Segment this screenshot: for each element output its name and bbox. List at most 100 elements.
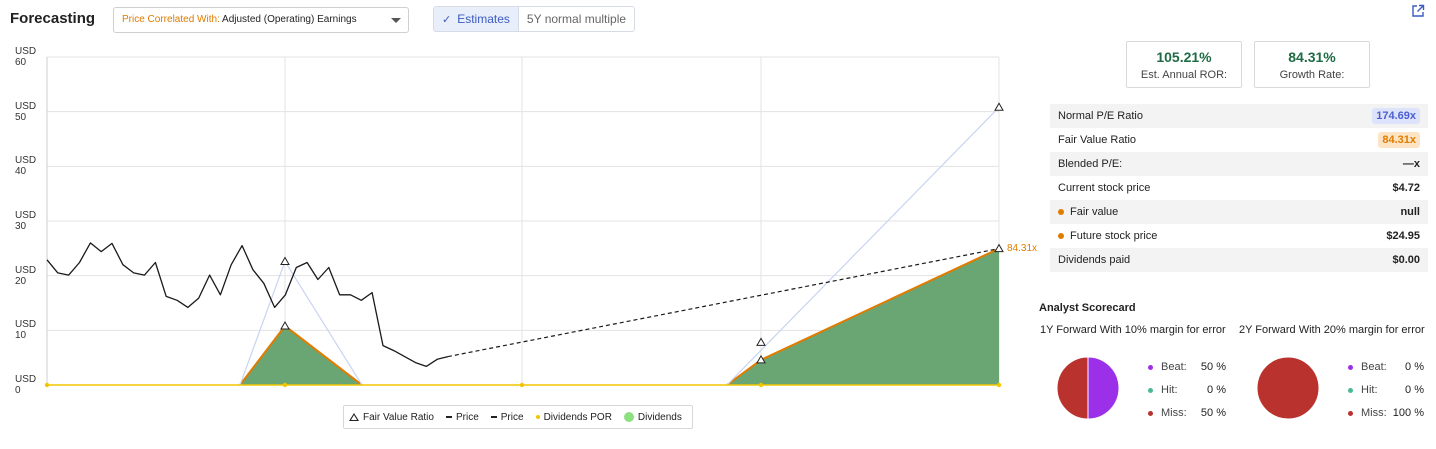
metric-name: Fair value <box>1058 206 1118 218</box>
metric-value: —x <box>1402 158 1420 170</box>
stat-beat: Beat: 0 % <box>1348 361 1424 373</box>
price-line <box>46 242 449 368</box>
pie-slice-miss <box>1056 356 1089 420</box>
stat-label: Miss: <box>1361 407 1387 419</box>
y-tick-unit: USD <box>15 155 37 167</box>
y-tick-label: USD 40 <box>15 155 36 177</box>
stat-miss: Miss: 50 % <box>1148 407 1226 419</box>
dot-icon <box>1148 364 1153 370</box>
stat-hit: Hit: 0 % <box>1348 384 1424 396</box>
y-tick-unit: USD <box>15 210 37 221</box>
y-tick-unit: USD <box>15 374 37 385</box>
y-tick-label: USD 10 <box>15 319 36 341</box>
y-tick-value: 20 <box>15 275 27 287</box>
dividends-por-point <box>996 382 1002 388</box>
fair-value-ratio-marker <box>994 243 1004 253</box>
dot-icon <box>1058 209 1064 215</box>
y-tick-label: USD 50 <box>15 101 36 123</box>
metric-row-current-price: Current stock price $4.72 <box>1050 176 1428 200</box>
forecast-chart <box>44 56 1004 388</box>
dot-icon <box>535 415 540 419</box>
legend-label: Dividends POR <box>543 411 612 423</box>
stat-label: Beat: <box>1361 361 1387 373</box>
metric-label: Blended P/E: <box>1058 158 1123 170</box>
scorecard-2y-pie <box>1256 356 1320 420</box>
legend-label: Price <box>455 411 479 423</box>
dash-icon <box>490 416 497 418</box>
y-tick-label: USD 0 <box>15 374 36 396</box>
metric-row-blended-pe: Blended P/E: —x <box>1050 152 1428 176</box>
y-tick-unit: USD <box>15 319 37 331</box>
metric-label: Dividends paid <box>1058 254 1131 266</box>
y-tick-label: USD 30 <box>15 210 36 232</box>
dot-icon <box>1148 410 1153 416</box>
metric-value: $4.72 <box>1392 182 1420 194</box>
y-tick-unit: USD <box>15 264 37 276</box>
stat-value: 50 % <box>1200 361 1226 373</box>
external-link-icon[interactable] <box>1411 4 1425 18</box>
y-tick-value: 40 <box>15 166 27 178</box>
chart-legend: Fair Value Ratio Price Price Dividends P… <box>343 405 693 429</box>
kpi-growth-rate: 84.31% Growth Rate: <box>1254 41 1370 88</box>
legend-fair-value-ratio[interactable]: Fair Value Ratio <box>349 412 434 423</box>
y-tick-label: USD 20 <box>15 265 36 287</box>
fair-value-ratio-marker <box>994 102 1004 111</box>
legend-label: Price <box>500 411 524 423</box>
scorecard-1y-title: 1Y Forward With 10% margin for error <box>1040 324 1226 336</box>
metrics-table: Normal P/E Ratio 174.69x Fair Value Rati… <box>1050 104 1428 272</box>
metric-label: Fair value <box>1070 206 1119 218</box>
legend-label: Dividends <box>637 411 682 423</box>
dividends-por-point <box>44 382 50 388</box>
legend-price[interactable]: Price <box>445 411 479 423</box>
triangle-icon <box>349 413 359 421</box>
y-tick-value: 0 <box>15 385 21 396</box>
stat-miss: Miss: 100 % <box>1348 407 1424 419</box>
scorecard-2y-title: 2Y Forward With 20% margin for error <box>1239 324 1425 336</box>
dash-icon <box>445 416 452 418</box>
stat-value: 100 % <box>1392 407 1424 419</box>
metric-row-dividends-paid: Dividends paid $0.00 <box>1050 248 1428 272</box>
metric-row-normal-pe: Normal P/E Ratio 174.69x <box>1050 104 1428 128</box>
metric-name: Future stock price <box>1058 230 1157 242</box>
y-tick-unit: USD <box>15 46 37 57</box>
metric-label: Fair Value Ratio <box>1058 134 1137 146</box>
y-tick-label: USD 60 <box>15 46 36 68</box>
metric-value: $24.95 <box>1386 230 1420 242</box>
kpi-annual-ror: 105.21% Est. Annual ROR: <box>1126 41 1242 88</box>
legend-dividends-por[interactable]: Dividends POR <box>535 411 612 423</box>
legend-dividends[interactable]: Dividends <box>623 411 682 423</box>
scorecard-title: Analyst Scorecard <box>1039 302 1136 314</box>
pie-slice-miss <box>1256 356 1320 420</box>
stat-value: 0 % <box>1405 384 1424 396</box>
fair-value-ratio-marker <box>280 320 290 330</box>
dot-icon <box>1348 364 1353 370</box>
dividends-por-point <box>519 382 525 388</box>
dot-icon <box>1148 387 1153 393</box>
metric-value: 174.69x <box>1372 108 1420 124</box>
legend-price-forecast[interactable]: Price <box>490 411 524 423</box>
kpi-value: 84.31% <box>1288 49 1336 65</box>
stat-label: Beat: <box>1161 361 1187 373</box>
stat-value: 50 % <box>1200 407 1226 419</box>
stat-value: 0 % <box>1405 361 1424 373</box>
metric-value: null <box>1400 206 1420 218</box>
metric-label: Future stock price <box>1070 230 1158 242</box>
legend-label: Fair Value Ratio <box>363 411 434 423</box>
metric-label: Normal P/E Ratio <box>1058 110 1143 122</box>
stat-label: Miss: <box>1161 407 1187 419</box>
metric-row-fair-value-ratio: Fair Value Ratio 84.31x <box>1050 128 1428 152</box>
stat-label: Hit: <box>1161 384 1178 396</box>
y-tick-value: 60 <box>15 57 27 68</box>
dot-icon <box>1348 387 1353 393</box>
metric-value: 84.31x <box>1378 132 1420 148</box>
dividends-por-point <box>758 382 764 388</box>
stat-label: Hit: <box>1361 384 1378 396</box>
pie-slice-beat <box>1087 356 1120 420</box>
fair-value-ratio-marker <box>756 337 766 346</box>
y-tick-value: 30 <box>15 221 27 232</box>
y-tick-value: 10 <box>15 330 27 342</box>
metric-row-fair-value: Fair value null <box>1050 200 1428 224</box>
stat-hit: Hit: 0 % <box>1148 384 1226 396</box>
stat-value: 0 % <box>1207 384 1226 396</box>
scorecard-1y-pie <box>1056 356 1120 420</box>
